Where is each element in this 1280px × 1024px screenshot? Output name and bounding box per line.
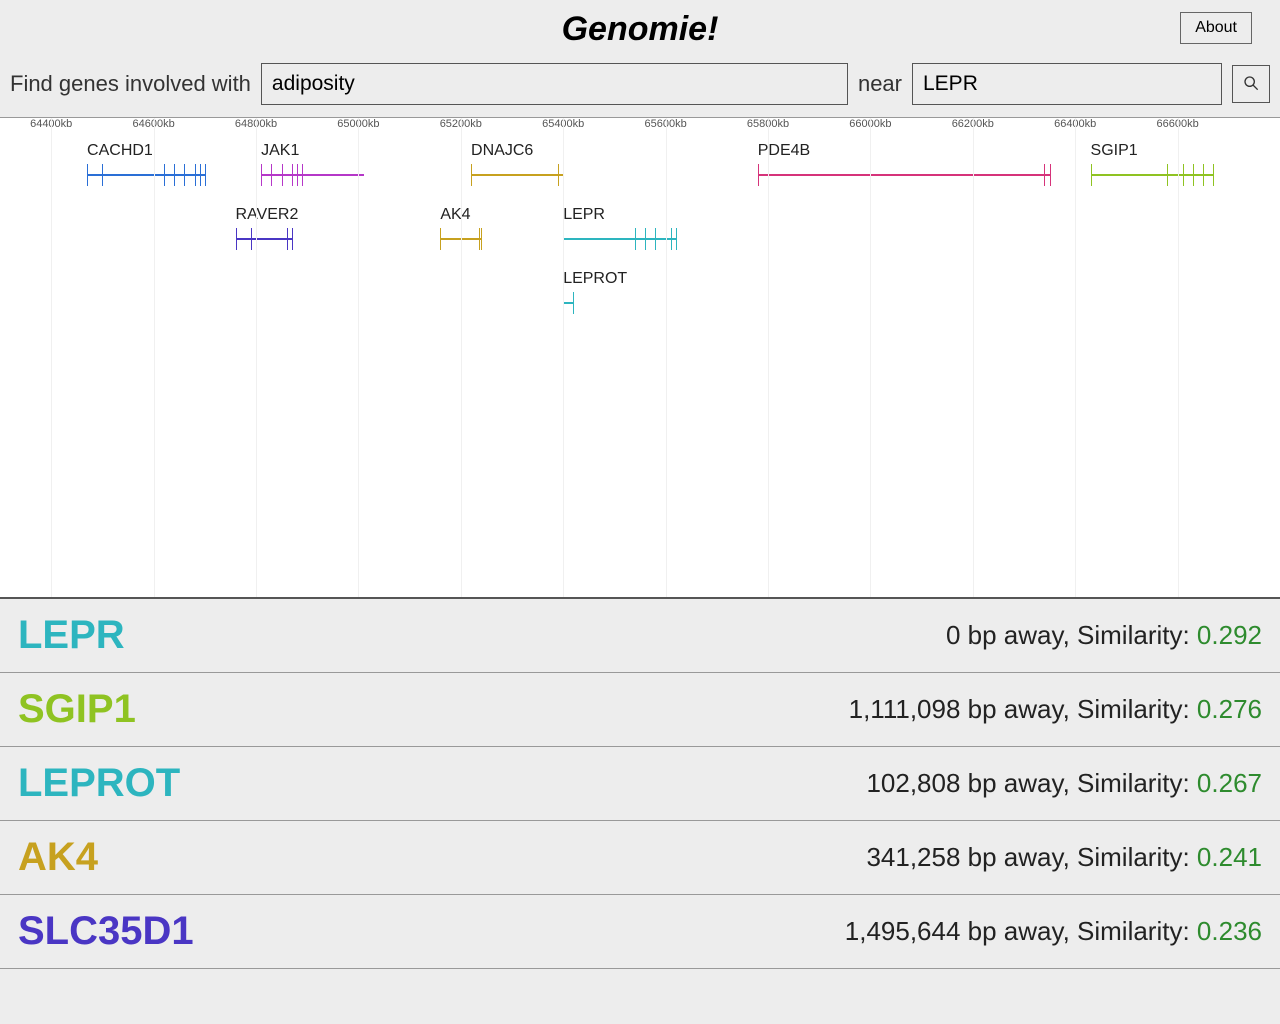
gene-label: SGIP1	[1091, 142, 1138, 160]
gene-label: RAVER2	[236, 206, 299, 224]
search-label-phenotype: Find genes involved with	[10, 71, 251, 97]
gene-label: LEPR	[563, 206, 605, 224]
axis-ruler: 64400kb64600kb64800kb65000kb65200kb65400…	[0, 118, 1280, 138]
result-name: AK4	[18, 835, 98, 880]
gene-label: DNAJC6	[471, 142, 533, 160]
result-row-LEPR[interactable]: LEPR 0 bp away, Similarity: 0.292	[0, 599, 1280, 673]
result-name: LEPR	[18, 613, 125, 658]
header: Genomie! About	[0, 0, 1280, 57]
about-button[interactable]: About	[1180, 12, 1252, 44]
genome-browser[interactable]: 64400kb64600kb64800kb65000kb65200kb65400…	[0, 117, 1280, 599]
result-name: SGIP1	[18, 687, 136, 732]
result-row-SLC35D1[interactable]: SLC35D1 1,495,644 bp away, Similarity: 0.…	[0, 895, 1280, 969]
gene-label: PDE4B	[758, 142, 810, 160]
search-button[interactable]	[1232, 65, 1270, 103]
result-row-SGIP1[interactable]: SGIP1 1,111,098 bp away, Similarity: 0.27…	[0, 673, 1280, 747]
result-meta: 102,808 bp away, Similarity: 0.267	[866, 768, 1262, 799]
results-list[interactable]: LEPR 0 bp away, Similarity: 0.292 SGIP1 1,1…	[0, 599, 1280, 1009]
result-row-LEPROT[interactable]: LEPROT 102,808 bp away, Similarity: 0.267	[0, 747, 1280, 821]
result-name: LEPROT	[18, 761, 180, 806]
search-label-locus: near	[858, 71, 902, 97]
result-meta: 1,495,644 bp away, Similarity: 0.236	[845, 916, 1262, 947]
gene-label: LEPROT	[563, 270, 627, 288]
gene-JAK1[interactable]: JAK1	[261, 164, 363, 188]
gene-label: JAK1	[261, 142, 299, 160]
result-meta: 0 bp away, Similarity: 0.292	[946, 620, 1262, 651]
gene-RAVER2[interactable]: RAVER2	[236, 228, 292, 252]
result-meta: 341,258 bp away, Similarity: 0.241	[866, 842, 1262, 873]
locus-input[interactable]	[912, 63, 1222, 105]
search-icon	[1243, 75, 1259, 94]
gene-PDE4B[interactable]: PDE4B	[758, 164, 1050, 188]
search-bar: Find genes involved with near	[0, 57, 1280, 117]
gene-CACHD1[interactable]: CACHD1	[87, 164, 205, 188]
result-row-AK4[interactable]: AK4 341,258 bp away, Similarity: 0.241	[0, 821, 1280, 895]
gene-SGIP1[interactable]: SGIP1	[1091, 164, 1214, 188]
gene-label: CACHD1	[87, 142, 153, 160]
gene-LEPR[interactable]: LEPR	[563, 228, 676, 252]
gene-DNAJC6[interactable]: DNAJC6	[471, 164, 563, 188]
gene-LEPROT[interactable]: LEPROT	[563, 292, 573, 316]
result-meta: 1,111,098 bp away, Similarity: 0.276	[849, 694, 1262, 725]
gene-label: AK4	[440, 206, 470, 224]
phenotype-input[interactable]	[261, 63, 848, 105]
result-name: SLC35D1	[18, 909, 194, 954]
app-title: Genomie!	[0, 10, 1280, 49]
